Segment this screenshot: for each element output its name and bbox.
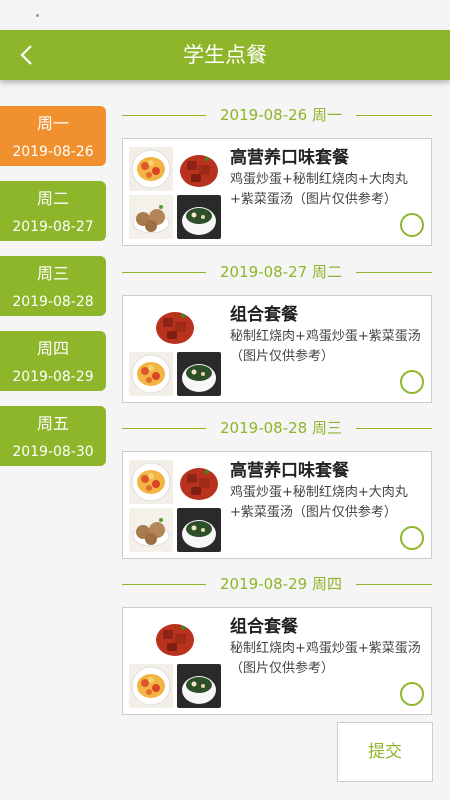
dish-photo-scrambled-eggs bbox=[129, 352, 173, 396]
dish-photo-meatballs bbox=[129, 508, 173, 552]
meal-card[interactable]: 组合套餐 秘制红烧肉+鸡蛋炒蛋+紫菜蛋汤（图片仅供参考） bbox=[122, 295, 432, 403]
section-heading: 2019-08-26 周一 bbox=[122, 105, 432, 125]
day-tab-weekday: 周二 bbox=[36, 189, 69, 208]
day-tab-wednesday[interactable]: 周三 2019-08-28 bbox=[0, 256, 106, 316]
day-tab-date: 2019-08-28 bbox=[12, 294, 94, 310]
section-heading: 2019-08-29 周四 bbox=[122, 574, 432, 594]
section-date: 2019-08-28 周三 bbox=[220, 419, 342, 437]
select-radio-icon[interactable] bbox=[400, 370, 424, 394]
divider bbox=[356, 272, 432, 273]
meal-card[interactable]: 组合套餐 秘制红烧肉+鸡蛋炒蛋+紫菜蛋汤（图片仅供参考） bbox=[122, 607, 432, 715]
submit-button[interactable]: 提交 bbox=[337, 722, 433, 782]
day-tab-friday[interactable]: 周五 2019-08-30 bbox=[0, 406, 106, 466]
divider bbox=[356, 584, 432, 585]
dish-photo-braised-pork bbox=[177, 460, 221, 504]
meal-description: 秘制红烧肉+鸡蛋炒蛋+紫菜蛋汤（图片仅供参考） bbox=[230, 329, 421, 364]
select-radio-icon[interactable] bbox=[400, 213, 424, 237]
meal-name: 高营养口味套餐 bbox=[230, 148, 349, 168]
meal-name: 组合套餐 bbox=[230, 617, 298, 637]
day-tab-date: 2019-08-27 bbox=[12, 219, 94, 235]
day-tab-date: 2019-08-30 bbox=[12, 444, 94, 460]
divider bbox=[356, 115, 432, 116]
divider bbox=[122, 115, 206, 116]
dish-photo-scrambled-eggs bbox=[129, 460, 173, 504]
dish-photo-seaweed-soup bbox=[177, 508, 221, 552]
meal-card[interactable]: 高营养口味套餐 鸡蛋炒蛋+秘制红烧肉+大肉丸+紫菜蛋汤（图片仅供参考） bbox=[122, 451, 432, 559]
divider bbox=[122, 272, 206, 273]
dish-photo-braised-pork bbox=[177, 147, 221, 191]
section-date: 2019-08-27 周二 bbox=[220, 263, 342, 281]
chevron-left-icon bbox=[20, 45, 32, 65]
divider bbox=[122, 428, 206, 429]
section-date: 2019-08-29 周四 bbox=[220, 575, 342, 593]
page-title: 学生点餐 bbox=[183, 43, 267, 67]
status-dot bbox=[36, 14, 39, 17]
dish-photo-seaweed-soup bbox=[177, 664, 221, 708]
day-tab-monday[interactable]: 周一 2019-08-26 bbox=[0, 106, 106, 166]
dish-photo-braised-pork bbox=[153, 304, 197, 348]
section-heading: 2019-08-27 周二 bbox=[122, 262, 432, 282]
day-tab-date: 2019-08-26 bbox=[12, 144, 94, 160]
meal-description: 鸡蛋炒蛋+秘制红烧肉+大肉丸+紫菜蛋汤（图片仅供参考） bbox=[230, 485, 408, 520]
meal-name: 高营养口味套餐 bbox=[230, 461, 349, 481]
section-heading: 2019-08-28 周三 bbox=[122, 418, 432, 438]
dish-photo-scrambled-eggs bbox=[129, 664, 173, 708]
day-tab-weekday: 周三 bbox=[36, 264, 69, 283]
meal-card[interactable]: 高营养口味套餐 鸡蛋炒蛋+秘制红烧肉+大肉丸+紫菜蛋汤（图片仅供参考） bbox=[122, 138, 432, 246]
day-tab-weekday: 周四 bbox=[36, 339, 69, 358]
day-tab-date: 2019-08-29 bbox=[12, 369, 94, 385]
status-bar bbox=[0, 0, 450, 30]
meal-description: 鸡蛋炒蛋+秘制红烧肉+大肉丸+紫菜蛋汤（图片仅供参考） bbox=[230, 172, 408, 207]
section-date: 2019-08-26 周一 bbox=[220, 106, 342, 124]
dish-photo-scrambled-eggs bbox=[129, 147, 173, 191]
day-tab-thursday[interactable]: 周四 2019-08-29 bbox=[0, 331, 106, 391]
select-radio-icon[interactable] bbox=[400, 682, 424, 706]
day-tab-weekday: 周一 bbox=[36, 114, 69, 133]
dish-photo-meatballs bbox=[129, 195, 173, 239]
dish-photo-seaweed-soup bbox=[177, 352, 221, 396]
dish-photo-seaweed-soup bbox=[177, 195, 221, 239]
divider bbox=[356, 428, 432, 429]
divider bbox=[122, 584, 206, 585]
day-tab-tuesday[interactable]: 周二 2019-08-27 bbox=[0, 181, 106, 241]
meal-name: 组合套餐 bbox=[230, 305, 298, 325]
app-header: 学生点餐 bbox=[0, 30, 450, 80]
back-button[interactable] bbox=[8, 35, 48, 75]
dish-photo-braised-pork bbox=[153, 616, 197, 660]
day-tab-weekday: 周五 bbox=[36, 414, 69, 433]
select-radio-icon[interactable] bbox=[400, 526, 424, 550]
meal-description: 秘制红烧肉+鸡蛋炒蛋+紫菜蛋汤（图片仅供参考） bbox=[230, 641, 421, 676]
